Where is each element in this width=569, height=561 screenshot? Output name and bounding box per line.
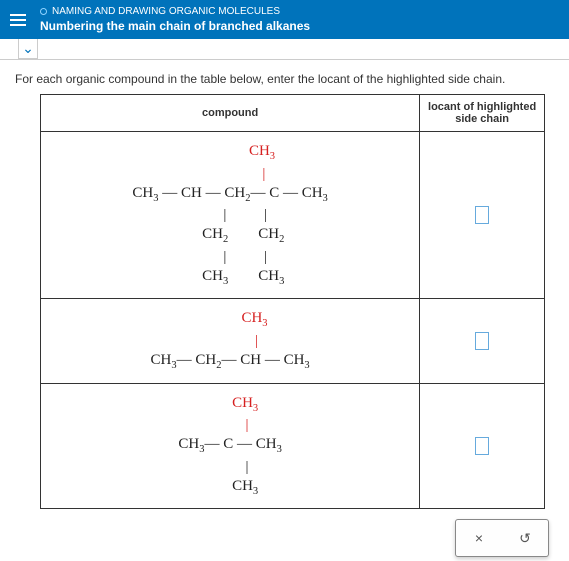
- hl-group: CH3: [249, 143, 275, 159]
- page-title: Numbering the main chain of branched alk…: [40, 19, 310, 33]
- spacer: [185, 143, 249, 159]
- locant-input-3[interactable]: [475, 437, 489, 455]
- hl-group: CH3: [232, 395, 258, 411]
- bonds: | |: [193, 206, 267, 224]
- locant-input-1[interactable]: [475, 206, 489, 224]
- branches: CH3: [202, 477, 258, 499]
- locant-input-2[interactable]: [475, 332, 489, 350]
- breadcrumb-dot-icon: [40, 8, 47, 15]
- spacer: [195, 166, 263, 182]
- locant-cell-2: [420, 299, 545, 383]
- redo-icon: ↺: [519, 530, 531, 547]
- branches: CH3 CH3: [176, 267, 284, 289]
- header-text: NAMING AND DRAWING ORGANIC MOLECULES Num…: [40, 6, 310, 33]
- structure-3: CH3 | CH3— C — CH3 | CH3: [41, 394, 419, 499]
- hl-bond: |: [255, 333, 258, 349]
- compound-cell-1: CH3 | CH3 — CH — CH2— C — CH3 | | CH2 CH…: [41, 132, 420, 299]
- spacer: [193, 310, 242, 326]
- breadcrumb-label: NAMING AND DRAWING ORGANIC MOLECULES: [52, 6, 280, 17]
- backbone: CH3— C — CH3: [178, 435, 281, 457]
- spacer: [212, 417, 246, 433]
- spacer: [202, 395, 232, 411]
- compound-cell-3: CH3 | CH3— C — CH3 | CH3: [41, 383, 420, 509]
- close-icon: ×: [475, 530, 483, 546]
- spacer: [202, 333, 255, 349]
- app-header: NAMING AND DRAWING ORGANIC MOLECULES Num…: [0, 0, 569, 39]
- backbone: CH3— CH2— CH — CH3: [151, 351, 310, 373]
- structure-2: CH3 | CH3— CH2— CH — CH3: [41, 309, 419, 372]
- compound-cell-2: CH3 | CH3— CH2— CH — CH3: [41, 299, 420, 383]
- chevron-down-icon[interactable]: ⌄: [18, 39, 38, 59]
- close-button[interactable]: ×: [466, 526, 492, 550]
- breadcrumb: NAMING AND DRAWING ORGANIC MOLECULES: [40, 6, 310, 17]
- col-header-locant: locant of highlighted side chain: [420, 95, 545, 132]
- table-row: CH3 | CH3 — CH — CH2— C — CH3 | | CH2 CH…: [41, 132, 545, 299]
- expand-bar: ⌄: [0, 39, 569, 60]
- menu-icon[interactable]: [10, 10, 30, 30]
- action-bar: × ↺: [0, 519, 549, 557]
- compound-table: compound locant of highlighted side chai…: [40, 94, 545, 509]
- hl-bond: |: [245, 417, 248, 433]
- bonds: |: [212, 458, 249, 476]
- action-panel: × ↺: [455, 519, 549, 557]
- locant-cell-3: [420, 383, 545, 509]
- table-row: CH3 | CH3— CH2— CH — CH3: [41, 299, 545, 383]
- hl-bond: |: [262, 166, 265, 182]
- bonds: | |: [193, 248, 267, 266]
- structure-1: CH3 | CH3 — CH — CH2— C — CH3 | | CH2 CH…: [41, 142, 419, 288]
- table-row: CH3 | CH3— C — CH3 | CH3: [41, 383, 545, 509]
- backbone: CH3 — CH — CH2— C — CH3: [132, 184, 327, 206]
- reset-button[interactable]: ↺: [512, 526, 538, 550]
- locant-cell-1: [420, 132, 545, 299]
- hl-group: CH3: [241, 310, 267, 326]
- branches: CH2 CH2: [176, 225, 284, 247]
- col-header-compound: compound: [41, 95, 420, 132]
- instructions-text: For each organic compound in the table b…: [0, 60, 569, 94]
